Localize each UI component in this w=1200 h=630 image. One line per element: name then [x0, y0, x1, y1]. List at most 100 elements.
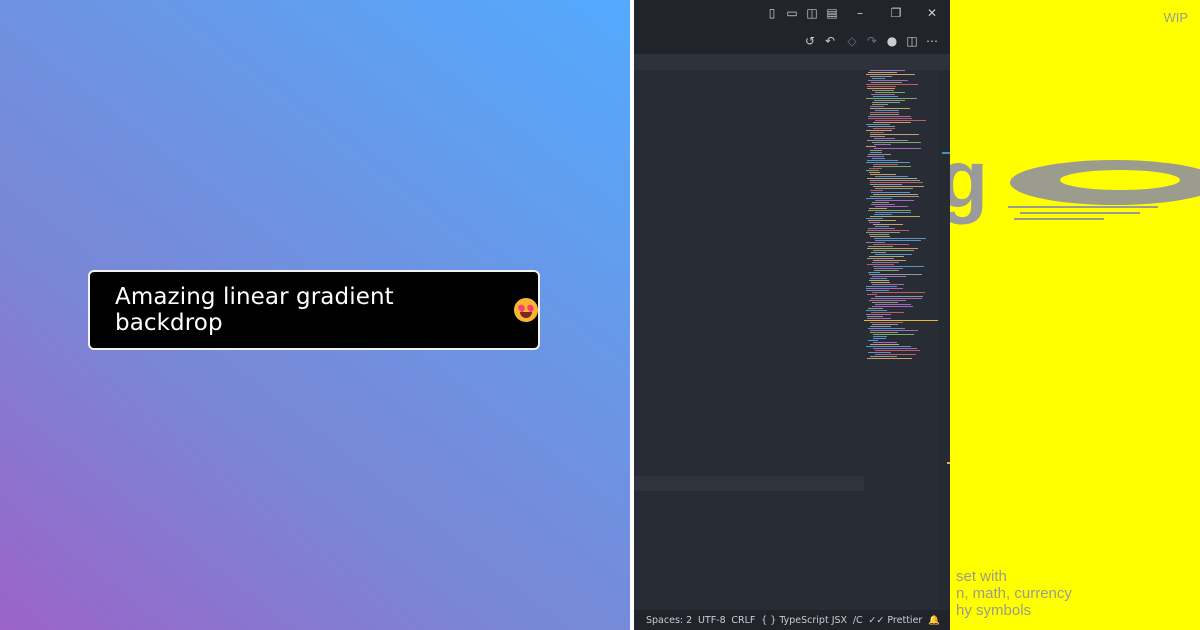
minimap[interactable]: [864, 70, 938, 370]
minimap-line: [870, 180, 920, 181]
minimap-line: [867, 258, 894, 259]
minimap-line: [872, 90, 894, 91]
minimap-line: [870, 322, 903, 323]
minimap-line: [868, 118, 912, 119]
toggle-secondary-sidebar-icon[interactable]: ◫: [806, 7, 818, 19]
minimap-line: [866, 124, 890, 125]
minimap-line: [867, 264, 894, 265]
minimap-line: [874, 214, 892, 215]
minimap-line: [867, 178, 917, 179]
notifications-bell-icon[interactable]: 🔔: [928, 615, 940, 626]
status-extra[interactable]: /C: [853, 615, 863, 626]
minimap-line: [871, 94, 895, 95]
code-area[interactable]: [634, 70, 864, 610]
minimap-line: [871, 192, 910, 193]
description-line: hy symbols: [956, 602, 1032, 619]
minimap-line: [870, 330, 918, 331]
more-actions-icon[interactable]: ⋯: [926, 35, 938, 47]
minimap-line: [868, 352, 891, 353]
status-prettier[interactable]: ✓✓ Prettier: [868, 615, 922, 626]
minimap-line: [873, 194, 918, 195]
minimap-line: [870, 216, 920, 217]
minimap-line: [868, 210, 911, 211]
minimize-icon[interactable]: –: [854, 7, 866, 19]
minimap-line: [875, 254, 912, 255]
minimap-line: [868, 116, 911, 117]
minimap-line: [868, 126, 895, 127]
status-indentation[interactable]: Spaces: 2: [646, 615, 692, 626]
vertical-scrollbar[interactable]: [938, 70, 950, 610]
minimap-line: [866, 346, 911, 347]
toggle-primary-sidebar-icon[interactable]: ▯: [766, 7, 778, 19]
minimap-line: [867, 156, 884, 157]
toggle-panel-icon[interactable]: ▭: [786, 7, 798, 19]
github-icon[interactable]: ●: [886, 35, 898, 47]
minimap-line: [874, 148, 921, 149]
minimap-line: [870, 356, 897, 357]
braces-icon: { }: [761, 614, 777, 626]
description-line: n, math, currency: [956, 585, 1072, 602]
minimap-line: [869, 300, 906, 301]
minimap-line: [866, 310, 887, 311]
window-titlebar: ▯ ▭ ◫ ▤ – ❐ ✕: [634, 0, 950, 28]
minimap-line: [867, 358, 912, 359]
wip-label: WIP: [1163, 10, 1188, 25]
minimap-line: [872, 292, 925, 293]
minimap-line: [873, 334, 914, 335]
minimap-line: [866, 198, 892, 199]
go-forward-icon[interactable]: ↷: [866, 35, 878, 47]
minimap-line: [870, 182, 923, 183]
minimap-line: [873, 96, 898, 97]
minimap-line: [875, 354, 916, 355]
timeline-icon[interactable]: ↺: [804, 35, 816, 47]
status-encoding[interactable]: UTF-8: [698, 615, 726, 626]
glyph-streak: [1008, 206, 1158, 208]
status-language[interactable]: { } TypeScript JSX: [761, 615, 847, 626]
status-eol[interactable]: CRLF: [731, 615, 755, 626]
minimap-line: [872, 78, 885, 79]
close-icon[interactable]: ✕: [926, 7, 938, 19]
minimap-line: [871, 82, 902, 83]
split-editor-icon[interactable]: ◫: [906, 35, 918, 47]
minimap-line: [870, 236, 890, 237]
minimap-line: [872, 284, 904, 285]
minimap-line: [870, 150, 882, 151]
gradient-backdrop-panel: Amazing linear gradient backdrop: [0, 0, 630, 630]
minimap-line: [875, 206, 908, 207]
minimap-line: [872, 324, 898, 325]
minimap-line: [875, 240, 921, 241]
restore-icon[interactable]: ❐: [890, 7, 902, 19]
minimap-line: [866, 290, 889, 291]
minimap-line: [873, 342, 897, 343]
go-back-icon[interactable]: ↶: [824, 35, 836, 47]
minimap-line: [873, 128, 895, 129]
status-bar: Spaces: 2 UTF-8 CRLF { } TypeScript JSX …: [634, 610, 950, 630]
minimap-line: [866, 218, 883, 219]
minimap-line: [870, 152, 882, 153]
glyph-streak: [1014, 218, 1104, 220]
minimap-line: [871, 282, 890, 283]
minimap-line: [875, 226, 889, 227]
minimap-line: [873, 166, 911, 167]
minimap-line: [867, 316, 883, 317]
minimap-line: [868, 340, 878, 341]
minimap-line: [868, 80, 908, 81]
minimap-line: [871, 312, 904, 313]
glyph-distortion-counter: [1060, 170, 1180, 190]
minimap-line: [873, 244, 909, 245]
minimap-line: [870, 132, 884, 133]
customize-layout-icon[interactable]: ▤: [826, 7, 838, 19]
source-control-icon[interactable]: ◇: [846, 35, 858, 47]
minimap-line: [869, 234, 889, 235]
minimap-line: [870, 136, 885, 137]
minimap-line: [873, 260, 906, 261]
minimap-line: [875, 350, 920, 351]
minimap-line: [868, 308, 883, 309]
minimap-line: [874, 268, 903, 269]
minimap-line: [873, 186, 924, 187]
minimap-line: [870, 174, 896, 175]
minimap-line: [873, 338, 886, 339]
minimap-line: [875, 188, 913, 189]
minimap-line: [866, 162, 910, 163]
code-editor-window: ▯ ▭ ◫ ▤ – ❐ ✕ ↺ ↶ ◇ ↷ ● ◫ ⋯ Spaces: 2 UT…: [634, 0, 950, 630]
